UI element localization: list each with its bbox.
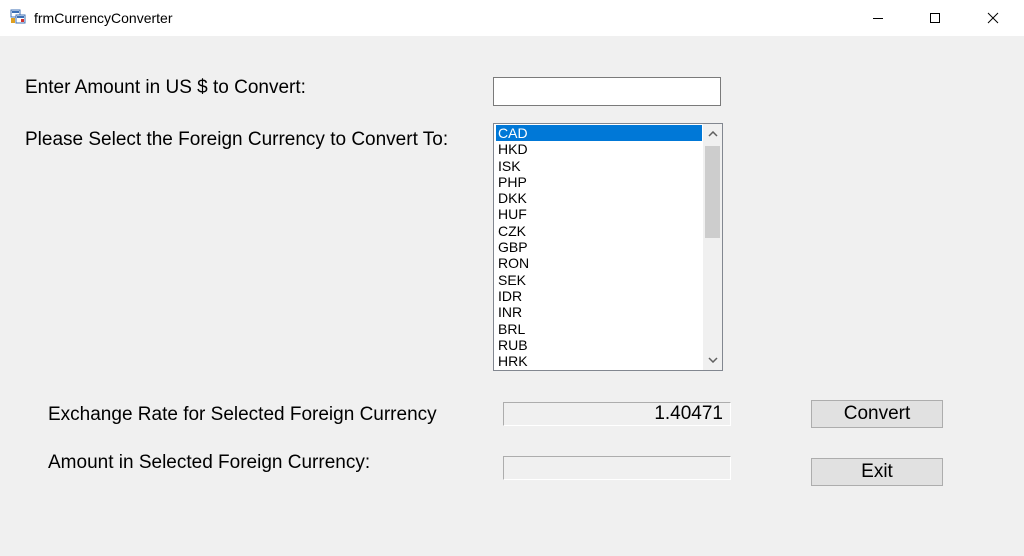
currency-option[interactable]: BRL <box>496 321 702 337</box>
currency-option[interactable]: DKK <box>496 190 702 206</box>
title-bar[interactable]: frmCurrencyConverter <box>0 0 1024 36</box>
currency-option[interactable]: HRK <box>496 353 702 369</box>
currency-option[interactable]: GBP <box>496 239 702 255</box>
currency-label: Please Select the Foreign Currency to Co… <box>25 129 449 150</box>
currency-converter-window: frmCurrencyConverter Enter Amount in US … <box>0 0 1024 556</box>
amount-input[interactable] <box>493 77 721 106</box>
currency-option[interactable]: IDR <box>496 288 702 304</box>
convert-button[interactable]: Convert <box>811 400 943 428</box>
currency-option[interactable]: INR <box>496 304 702 320</box>
currency-list: CAD HKD ISK PHP DKK HUF CZK GBP RON SEK IDR INR BRL R… <box>496 125 702 369</box>
maximize-icon <box>930 13 940 23</box>
chevron-up-icon <box>707 131 718 137</box>
close-icon <box>987 12 999 24</box>
currency-option[interactable]: HKD <box>496 141 702 157</box>
exit-button[interactable]: Exit <box>811 458 943 486</box>
window-title: frmCurrencyConverter <box>34 10 173 26</box>
currency-option[interactable]: SEK <box>496 272 702 288</box>
rate-label: Exchange Rate for Selected Foreign Curre… <box>48 404 437 425</box>
currency-option[interactable]: HUF <box>496 206 702 222</box>
amount-label: Enter Amount in US $ to Convert: <box>25 77 306 98</box>
maximize-button[interactable] <box>912 0 958 36</box>
converted-amount-value <box>503 456 731 480</box>
scroll-thumb[interactable] <box>705 146 720 238</box>
result-label: Amount in Selected Foreign Currency: <box>48 452 371 473</box>
currency-listbox[interactable]: CAD HKD ISK PHP DKK HUF CZK GBP RON SEK IDR INR BRL R… <box>493 123 723 371</box>
currency-option[interactable]: CZK <box>496 223 702 239</box>
scroll-down-button[interactable] <box>703 350 722 370</box>
currency-option[interactable]: PHP <box>496 174 702 190</box>
minimize-button[interactable] <box>855 0 901 36</box>
scroll-up-button[interactable] <box>703 124 722 144</box>
app-icon <box>10 9 26 24</box>
currency-option[interactable]: RON <box>496 255 702 271</box>
currency-option[interactable]: ISK <box>496 158 702 174</box>
listbox-scrollbar[interactable] <box>703 124 722 370</box>
minimize-icon <box>873 18 883 19</box>
currency-option[interactable]: CAD <box>496 125 702 142</box>
close-button[interactable] <box>970 0 1016 36</box>
chevron-down-icon <box>707 357 718 363</box>
exchange-rate-value: 1.40471 <box>503 402 731 426</box>
currency-option[interactable]: RUB <box>496 337 702 353</box>
